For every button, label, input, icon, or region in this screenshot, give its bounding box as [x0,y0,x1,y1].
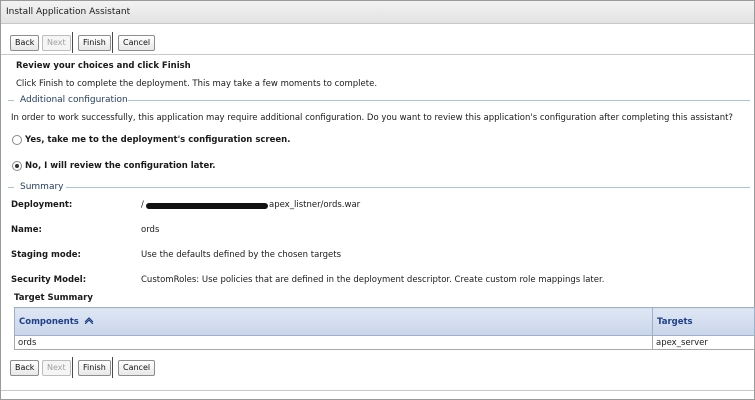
target-cell: apex_server [652,335,755,350]
deployment-value-prefix: / [141,200,144,210]
radio-yes-label[interactable]: Yes, take me to the deployment's configu… [25,135,290,145]
table-row: ords apex_server [14,335,755,350]
toolbar-divider [72,32,73,53]
toolbar-divider [72,357,73,378]
window-title: Install Application Assistant [6,7,131,17]
table-header-row: Components Targets [14,307,755,336]
section-rule [8,187,14,188]
radio-no[interactable] [12,161,22,171]
section-rule [128,100,750,101]
target-summary-title: Target Summary [14,293,93,303]
back-button-bottom[interactable]: Back [10,360,40,376]
section-rule [8,100,14,101]
security-model-label: Security Model: [11,275,87,285]
cancel-button-bottom[interactable]: Cancel [118,360,156,376]
review-heading: Review your choices and click Finish [16,61,191,71]
next-button[interactable]: Next [42,35,71,51]
deployment-value: apex_listner/ords.war [269,200,361,210]
staging-mode-value: Use the defaults defined by the chosen t… [141,250,342,260]
toolbar-divider [112,32,113,53]
sort-ascending-icon[interactable] [84,316,94,327]
radio-no-label[interactable]: No, I will review the configuration late… [25,161,215,171]
back-button[interactable]: Back [10,35,40,51]
name-label: Name: [11,225,42,235]
next-button-bottom[interactable]: Next [42,360,71,376]
column-header-label: Components [19,317,79,327]
additional-config-prompt: In order to work successfully, this appl… [11,113,733,123]
cancel-button[interactable]: Cancel [118,35,156,51]
finish-button-bottom[interactable]: Finish [78,360,111,376]
column-header-targets[interactable]: Targets [652,307,755,336]
name-value: ords [141,225,160,235]
finish-button[interactable]: Finish [78,35,111,51]
deployment-label: Deployment: [11,200,73,210]
toolbar-separator-line [1,54,754,55]
section-rule [66,187,750,188]
column-header-components[interactable]: Components [14,307,653,336]
target-summary-table: Components Targets ords apex_server [14,307,755,350]
redaction-mark [146,203,268,209]
radio-yes[interactable] [12,135,22,145]
summary-title: Summary [20,182,64,192]
component-cell: ords [14,335,653,350]
additional-config-title: Additional configuration [20,95,128,105]
security-model-value: CustomRoles: Use policies that are defin… [141,275,605,285]
title-bar: Install Application Assistant [1,1,754,24]
footer-line [1,390,754,391]
staging-mode-label: Staging mode: [11,250,81,260]
toolbar-divider [112,357,113,378]
review-subtext: Click Finish to complete the deployment.… [16,79,378,89]
